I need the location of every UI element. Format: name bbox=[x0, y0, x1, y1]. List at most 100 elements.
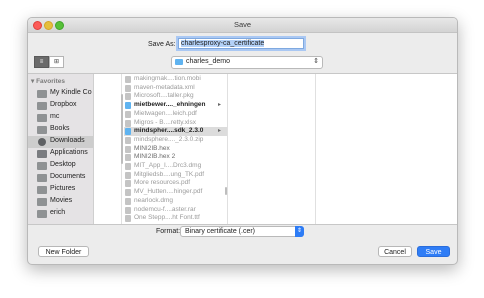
chevron-updown-icon: ⇕ bbox=[295, 226, 304, 237]
sidebar-item[interactable]: Pictures bbox=[28, 184, 93, 196]
file-name: MIT_App_I....Drc3.dmg bbox=[134, 162, 202, 169]
format-select[interactable]: Binary certificate (.cer) ⇕ bbox=[180, 226, 304, 237]
sidebar-item-label: Books bbox=[50, 125, 70, 132]
downloads-icon bbox=[38, 138, 46, 146]
file-icon bbox=[125, 154, 131, 162]
sidebar-item-label: Movies bbox=[50, 197, 73, 204]
sidebar-item-label: erich bbox=[50, 209, 66, 216]
file-browser: ▾ Favorites My Kindle Co Dropbox mc Books Do… bbox=[28, 73, 457, 225]
sidebar-item-label: Downloads bbox=[50, 137, 85, 144]
sidebar-item[interactable]: Books bbox=[28, 124, 93, 136]
window-title: Save bbox=[233, 20, 252, 29]
sidebar-item[interactable]: My Kindle Co bbox=[28, 88, 93, 100]
cancel-button[interactable]: Cancel bbox=[378, 246, 412, 257]
sidebar-item[interactable]: Movies bbox=[28, 196, 93, 208]
file-row[interactable]: maven-metadata.xml bbox=[124, 84, 227, 93]
folder-icon bbox=[37, 162, 47, 170]
file-row[interactable]: Microsoft....taller.pkg bbox=[124, 92, 227, 101]
file-row[interactable]: MINI2IB.hex 2 bbox=[124, 153, 227, 162]
file-row[interactable]: MV_Hutten....hinger.pdf bbox=[124, 188, 227, 197]
sidebar-section-favorites[interactable]: ▾ Favorites bbox=[31, 77, 65, 85]
file-name: maven-metadata.xml bbox=[134, 83, 195, 91]
chevron-right-icon: ▸ bbox=[217, 102, 221, 109]
file-name: nodemcu-f....aster.rar bbox=[134, 205, 196, 213]
save-as-field[interactable]: charlesproxy-ca_certificate bbox=[178, 38, 304, 49]
column-files: makingmak....tion.mobi maven-metadata.xml… bbox=[122, 74, 228, 224]
sidebar-item-label: Dropbox bbox=[50, 101, 77, 108]
folder-icon bbox=[37, 198, 47, 206]
location-popup[interactable]: charles_demo ⇕ bbox=[171, 56, 323, 69]
format-value: Binary certificate (.cer) bbox=[185, 228, 256, 235]
new-folder-button[interactable]: New Folder bbox=[38, 246, 89, 257]
format-label: Format: bbox=[156, 228, 181, 235]
file-name: Microsoft....taller.pkg bbox=[134, 92, 194, 100]
sidebar-section-label: Favorites bbox=[36, 78, 65, 85]
folder-icon bbox=[37, 114, 47, 122]
file-row[interactable]: nearlock.dmg bbox=[124, 197, 227, 206]
file-name: More resources.pdf bbox=[134, 179, 190, 187]
file-icon bbox=[125, 93, 131, 101]
sidebar-item-label: Documents bbox=[50, 173, 86, 180]
view-toggle: ≡ ⊞ bbox=[34, 56, 64, 68]
file-row[interactable]: mietbewer...._ehningen ▸ bbox=[124, 101, 227, 110]
file-icon bbox=[125, 197, 131, 205]
sidebar-item[interactable]: Applications bbox=[28, 148, 93, 160]
folder-icon bbox=[37, 174, 47, 182]
file-icon bbox=[125, 215, 131, 223]
file-icon bbox=[125, 76, 131, 83]
column-previous bbox=[94, 74, 123, 224]
file-icon bbox=[125, 163, 131, 170]
file-name: mietbewer...._ehningen bbox=[134, 101, 206, 109]
column-view-icon[interactable]: ⊞ bbox=[49, 56, 64, 68]
file-row[interactable]: mindsphere...._2.3.0.zip bbox=[124, 136, 227, 145]
sidebar-item[interactable]: mc bbox=[28, 112, 93, 124]
file-name: Mietwagen....leich.pdf bbox=[134, 109, 197, 117]
column-preview bbox=[316, 74, 457, 224]
sidebar-item[interactable]: Documents bbox=[28, 172, 93, 184]
file-icon bbox=[125, 189, 131, 197]
file-row[interactable]: Migros - B....retty.xlsx bbox=[124, 119, 227, 128]
sidebar-item[interactable]: Desktop bbox=[28, 160, 93, 172]
file-row[interactable]: MIT_App_I....Drc3.dmg bbox=[124, 162, 227, 171]
file-name: MV_Hutten....hinger.pdf bbox=[134, 188, 203, 196]
chevron-updown-icon: ⇕ bbox=[313, 58, 319, 65]
file-name: Mitgliedsb....ung_TK.pdf bbox=[134, 170, 205, 178]
sidebar-item-label: Applications bbox=[50, 149, 88, 156]
file-row[interactable]: Mietwagen....leich.pdf bbox=[124, 110, 227, 119]
sidebar-item[interactable]: erich bbox=[28, 208, 93, 220]
file-row[interactable]: mindspher....sdk_2.3.0 ▸ bbox=[124, 127, 227, 137]
home-icon bbox=[37, 210, 47, 218]
file-icon bbox=[125, 110, 131, 118]
scrollbar[interactable] bbox=[225, 187, 227, 195]
sidebar-item-label: Pictures bbox=[50, 185, 76, 192]
file-name: One Stepp....ht Font.ttf bbox=[134, 214, 200, 222]
chevron-right-icon: ▸ bbox=[217, 128, 221, 135]
sidebar-item[interactable]: Downloads bbox=[28, 136, 93, 148]
file-icon bbox=[125, 145, 131, 153]
file-name: nearlock.dmg bbox=[134, 196, 174, 204]
save-button[interactable]: Save bbox=[417, 246, 450, 257]
file-row[interactable]: Mitgliedsb....ung_TK.pdf bbox=[124, 171, 227, 180]
file-icon bbox=[125, 206, 131, 214]
file-row[interactable]: More resources.pdf bbox=[124, 179, 227, 188]
location-label: charles_demo bbox=[186, 58, 230, 65]
folder-icon bbox=[37, 90, 47, 98]
folder-icon bbox=[175, 59, 183, 65]
file-row[interactable]: nodemcu-f....aster.rar bbox=[124, 206, 227, 215]
file-name: mindspher....sdk_2.3.0 bbox=[134, 127, 204, 135]
title-bar: Save bbox=[28, 18, 457, 33]
save-as-value: charlesproxy-ca_certificate bbox=[181, 40, 265, 47]
sidebar-item-label: Desktop bbox=[50, 161, 76, 168]
file-row[interactable]: One Stepp....ht Font.ttf bbox=[124, 214, 227, 223]
column-empty bbox=[228, 74, 316, 224]
sidebar-item-label: My Kindle Co bbox=[50, 89, 92, 96]
file-row[interactable]: makingmak....tion.mobi bbox=[124, 75, 227, 84]
folder-icon bbox=[125, 102, 131, 110]
sidebar-item[interactable]: Dropbox bbox=[28, 100, 93, 112]
list-view-icon[interactable]: ≡ bbox=[34, 56, 49, 68]
file-icon bbox=[125, 119, 131, 127]
folder-icon bbox=[37, 126, 47, 134]
file-row[interactable]: MINI2IB.hex bbox=[124, 145, 227, 154]
sidebar-item-label: mc bbox=[50, 113, 60, 120]
folder-icon bbox=[37, 102, 47, 110]
